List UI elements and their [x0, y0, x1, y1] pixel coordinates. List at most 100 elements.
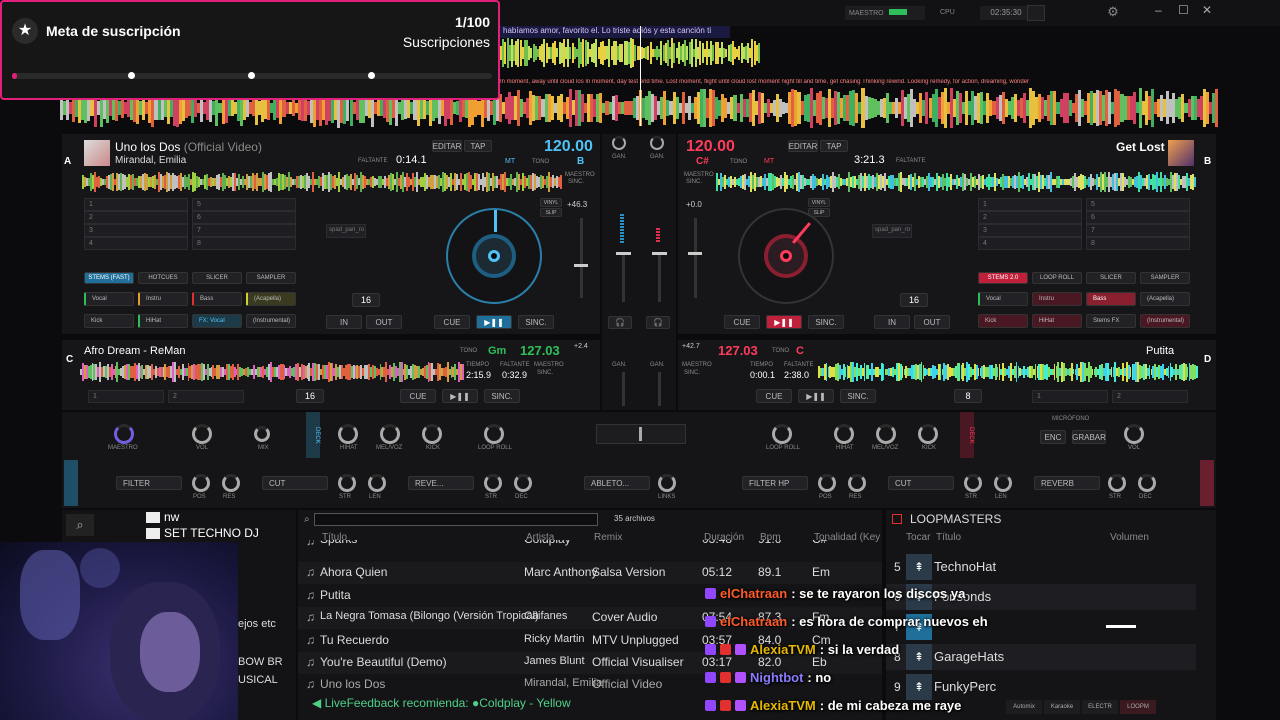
- deck-a-tap-button[interactable]: TAP: [464, 140, 492, 152]
- fx-knob-3[interactable]: [338, 474, 356, 492]
- deck-b-sampler-slot[interactable]: spad_pan_ro: [872, 224, 912, 238]
- deck-d-hotcue-2[interactable]: 2: [1112, 390, 1188, 403]
- deck-a-sampler-slot[interactable]: spad_pan_ro: [326, 224, 366, 238]
- folder-nw[interactable]: nw: [146, 510, 179, 524]
- deck-a-tab-4[interactable]: SAMPLER: [246, 272, 296, 284]
- deck-c-hotcue-1[interactable]: 1: [88, 390, 164, 403]
- fx-knob-11[interactable]: [1108, 474, 1126, 492]
- deck-b-mt[interactable]: MT: [764, 158, 774, 165]
- fx-left-select-3[interactable]: REVE...: [408, 476, 474, 490]
- mix-knob[interactable]: [254, 426, 270, 442]
- volume-slider[interactable]: [1106, 625, 1136, 628]
- deck-a-jogwheel[interactable]: [446, 208, 542, 304]
- deck-a-vinyl-button[interactable]: VINYL: [540, 198, 562, 207]
- deck-d-key[interactable]: C: [796, 345, 804, 357]
- deck-c-pitch[interactable]: +2.4: [574, 343, 588, 350]
- deck-d-waveform[interactable]: [818, 362, 1198, 382]
- deck-a-hotcue-8[interactable]: 8: [192, 237, 296, 250]
- maximize-icon[interactable]: ☐: [1178, 3, 1192, 17]
- folder-partial-3[interactable]: USICAL: [238, 674, 278, 686]
- deck-a-sync-button[interactable]: SINC.: [518, 315, 554, 329]
- deck-c-cue-button[interactable]: CUE: [400, 389, 436, 403]
- sampler-play-icon[interactable]: ⇞: [906, 644, 932, 670]
- links-knob[interactable]: [658, 474, 676, 492]
- deck-a-waveform[interactable]: [82, 172, 562, 192]
- deck-b-in-button[interactable]: IN: [874, 315, 910, 329]
- browser-search-input[interactable]: [314, 513, 598, 526]
- deck-b-hotcue-8[interactable]: 8: [1086, 237, 1190, 250]
- fx-right-select-2[interactable]: CUT: [888, 476, 954, 490]
- deck-a-key[interactable]: B: [577, 156, 584, 167]
- loop-roll-knob-a[interactable]: [484, 424, 504, 444]
- deck-b-stem-pad-5[interactable]: Kick: [978, 314, 1028, 328]
- fx-center-select[interactable]: ABLETO...: [584, 476, 650, 490]
- deck-a-hotcue-2[interactable]: 2: [84, 211, 188, 224]
- deck-a-pitch-slider[interactable]: [574, 218, 588, 298]
- melvoz-knob-b[interactable]: [876, 424, 896, 444]
- deck-b-stem-pad-8[interactable]: (Instrumental): [1140, 314, 1190, 328]
- deck-a-stem-pad-4[interactable]: (Acapella): [246, 292, 296, 306]
- deck-c-sync-button[interactable]: SINC.: [484, 389, 520, 403]
- deck-a-pitch[interactable]: +46.3: [567, 200, 587, 209]
- crossfader[interactable]: [596, 424, 686, 444]
- deck-b-stem-pad-3[interactable]: Bass: [1086, 292, 1136, 306]
- deck-a-hotcue-7[interactable]: 7: [192, 224, 296, 237]
- deck-a-tab-1[interactable]: STEMS (FAST): [84, 272, 134, 284]
- deck-b-hotcue-5[interactable]: 5: [1086, 198, 1190, 211]
- kick-knob-b[interactable]: [918, 424, 938, 444]
- sampler-tab-1[interactable]: Automix: [1006, 700, 1042, 714]
- fx-knob-10[interactable]: [994, 474, 1012, 492]
- live-feedback-bar[interactable]: ◀ LiveFeedback recomienda: ●Coldplay - Y…: [312, 696, 571, 710]
- sampler-row[interactable]: 8 ⇞ GarageHats: [886, 644, 1196, 670]
- deck-a-bpm[interactable]: 120.00: [544, 138, 593, 156]
- melvoz-knob-a[interactable]: [380, 424, 400, 444]
- deck-b-hotcue-1[interactable]: 1: [978, 198, 1082, 211]
- deck-b-bpm[interactable]: 120.00: [686, 138, 735, 156]
- deck-a-hotcue-3[interactable]: 3: [84, 224, 188, 237]
- deck-b-hotcue-2[interactable]: 2: [978, 211, 1082, 224]
- deck-b-vinyl-button[interactable]: VINYL: [808, 198, 830, 207]
- channel-fader-d[interactable]: [658, 372, 661, 406]
- deck-b-hotcue-3[interactable]: 3: [978, 224, 1082, 237]
- fx-right-select-3[interactable]: REVERB: [1034, 476, 1100, 490]
- fx-knob-12[interactable]: [1138, 474, 1156, 492]
- deck-b-edit-button[interactable]: EDITAR: [788, 140, 818, 152]
- deck-b-key[interactable]: C#: [696, 156, 709, 167]
- deck-b-tab-4[interactable]: SAMPLER: [1140, 272, 1190, 284]
- search-icon[interactable]: ⌕: [66, 514, 94, 536]
- volume-knob-left[interactable]: [192, 424, 212, 444]
- channel-fader-a[interactable]: [616, 252, 631, 302]
- settings-icon[interactable]: ⚙: [1105, 4, 1121, 20]
- deck-c-bpm[interactable]: 127.03: [520, 343, 560, 358]
- kick-knob-a[interactable]: [422, 424, 442, 444]
- fx-knob-7[interactable]: [818, 474, 836, 492]
- fx-knob-2[interactable]: [222, 474, 240, 492]
- fx-knob-9[interactable]: [964, 474, 982, 492]
- sampler-play-icon[interactable]: ⇞: [906, 554, 932, 580]
- deck-a-mt[interactable]: MT: [505, 158, 515, 165]
- deck-a-out-button[interactable]: OUT: [366, 315, 402, 329]
- gain-knob-a[interactable]: [612, 136, 626, 150]
- deck-a-stem-pad-7[interactable]: FX: Vocal: [192, 314, 242, 328]
- deck-a-tab-3[interactable]: SLICER: [192, 272, 242, 284]
- fx-knob-6[interactable]: [514, 474, 532, 492]
- deck-c-key[interactable]: Gm: [488, 345, 506, 357]
- deck-b-sync-button[interactable]: SINC.: [808, 315, 844, 329]
- record-button[interactable]: GRABAR: [1072, 430, 1106, 444]
- deck-d-cue-button[interactable]: CUE: [756, 389, 792, 403]
- fx-left-select-1[interactable]: FILTER: [116, 476, 182, 490]
- deck-d-bpm[interactable]: 127.03: [718, 343, 758, 358]
- deck-a-stem-pad-3[interactable]: Bass: [192, 292, 242, 306]
- deck-c-waveform[interactable]: [80, 362, 464, 382]
- deck-a-hotcue-1[interactable]: 1: [84, 198, 188, 211]
- deck-b-hotcue-4[interactable]: 4: [978, 237, 1082, 250]
- fx-right-select-1[interactable]: FILTER HP: [742, 476, 808, 490]
- deck-d-pitch[interactable]: +42.7: [682, 343, 700, 350]
- close-icon[interactable]: ✕: [1202, 3, 1216, 17]
- deck-b-tab-2[interactable]: LOOP ROLL: [1032, 272, 1082, 284]
- deck-b-loop-size[interactable]: 16: [900, 293, 928, 307]
- sampler-tab-3[interactable]: ELECTR: [1082, 700, 1118, 714]
- deck-c-loop-size[interactable]: 16: [296, 389, 324, 403]
- deck-b-tab-3[interactable]: SLICER: [1086, 272, 1136, 284]
- deck-d-loop-size[interactable]: 8: [954, 389, 982, 403]
